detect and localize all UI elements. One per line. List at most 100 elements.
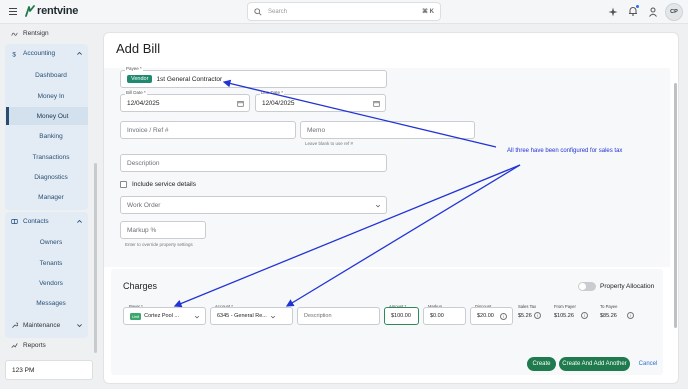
search-input[interactable]: Search ⌘ K [247,2,441,21]
logo-text: rentvine [37,5,79,17]
markup-hint: Enter to override property settings [125,242,193,247]
sidebar-item-transactions[interactable]: Transactions [6,148,88,166]
description-placeholder: Description [127,159,160,167]
sidebar-scrollbar[interactable] [94,163,97,353]
service-details-label: Include service details [132,181,196,188]
payee-field[interactable]: Vendor 1st General Contractor [120,70,387,88]
info-icon[interactable]: i [627,312,634,319]
chevron-down-icon [375,204,381,208]
sidebar-item-money-in[interactable]: Money In [6,87,88,105]
payee-value: 1st General Contractor [156,75,223,83]
sidebar-item-maintenance[interactable]: Maintenance [11,322,83,329]
markup-field[interactable]: Markup % [120,221,206,239]
charge-markup-value: $0.00 [430,313,444,319]
chevron-up-icon [77,51,82,55]
create-and-add-another-button[interactable]: Create And Add Another [559,357,630,371]
sidebar-item-owners[interactable]: Owners [6,233,88,251]
payee-label: Payee * [125,66,143,71]
account-select[interactable]: 6345 - General Re... [210,307,293,325]
memo-field[interactable]: Memo [300,121,475,139]
page-title: Add Bill [116,41,161,56]
account-value: 6345 - General Re... [217,313,267,319]
signature-icon [11,32,18,36]
due-date-label: Due Date * [260,90,285,95]
due-date-field[interactable]: 12/04/2025 [255,94,386,112]
time-display: 123 PM [5,360,93,380]
search-icon [254,7,262,16]
payer-select[interactable]: Unit Cortez Pool ... [123,307,206,325]
sidebar-item-reports[interactable]: Reports [11,342,46,349]
unit-badge: Unit [130,312,142,320]
memo-hint: Leave blank to use ref # [305,141,354,146]
logo[interactable]: rentvine [25,5,78,17]
sidebar-item-rentsign[interactable]: Rentsign [11,30,49,37]
due-date-value: 12/04/2025 [262,99,295,107]
calendar-icon[interactable] [373,100,380,107]
chevron-down-icon [194,315,200,319]
sidebar-item-label: Maintenance [23,322,61,329]
main-scrollbar[interactable] [674,83,677,328]
description-field[interactable]: Description [120,154,387,172]
sidebar-item-diagnostics[interactable]: Diagnostics [6,168,88,186]
chevron-down-icon [77,324,82,328]
sidebar-item-tenants[interactable]: Tenants [6,254,88,272]
sidebar-item-vendors[interactable]: Vendors [6,274,88,292]
from-payer-label: From Payer [554,304,576,309]
charges-title: Charges [123,281,158,291]
sidebar-item-contacts[interactable]: Contacts [11,218,83,225]
info-icon[interactable]: i [500,313,507,320]
discount-value: $20.00 [477,313,494,319]
sidebar-item-label: Reports [23,342,46,349]
work-order-select[interactable]: Work Order [120,196,387,214]
create-button[interactable]: Create [527,357,556,371]
sidebar-item-accounting[interactable]: $ Accounting [11,50,83,57]
sidebar-item-label: Accounting [23,50,56,57]
work-order-placeholder: Work Order [127,201,161,209]
contacts-section: Contacts Owners Tenants Vendors Messages [5,212,88,338]
sales-tax-value: $5.26 [518,313,532,319]
sidebar-item-money-out[interactable]: Money Out [6,107,88,125]
calendar-icon[interactable] [237,100,244,107]
sidebar-item-manager[interactable]: Manager [6,188,88,206]
wrench-icon [12,322,18,328]
property-allocation-toggle[interactable] [578,282,596,291]
person-icon[interactable] [648,7,658,17]
amount-field[interactable]: $100.00 [384,307,419,325]
sidebar-item-label: Contacts [23,218,49,225]
sidebar-item-banking[interactable]: Banking [6,127,88,145]
from-payer-value: $105.26 [554,313,574,319]
search-placeholder: Search [268,8,288,15]
svg-text:$: $ [12,51,16,57]
sidebar-item-dashboard[interactable]: Dashboard [6,66,88,84]
menu-icon[interactable] [9,8,17,15]
chevron-down-icon [270,315,276,319]
info-icon[interactable]: i [534,312,541,319]
info-icon[interactable]: i [581,312,588,319]
cancel-button[interactable]: Cancel [636,357,660,371]
sales-tax-label: Sales Tax [518,304,537,309]
to-payee-value: $85.26 [600,313,617,319]
invoice-placeholder: Invoice / Ref # [127,126,169,134]
sparkle-icon[interactable] [608,7,618,17]
service-details-checkbox[interactable] [120,181,127,188]
rentvine-logo-icon [25,5,35,17]
sidebar-item-label: Rentsign [23,30,49,37]
bill-date-field[interactable]: 12/04/2025 [120,94,250,112]
dollar-icon: $ [12,51,16,57]
charge-markup-field[interactable]: $0.00 [423,307,466,325]
memo-placeholder: Memo [307,126,326,134]
notification-dot [636,5,639,8]
notifications-button[interactable] [628,5,639,18]
sidebar: Rentsign $ Accounting Dashboard Money In… [5,24,93,389]
markup-placeholder: Markup % [127,226,157,234]
property-allocation-label: Property Allocation [600,283,655,290]
top-bar: rentvine Search ⌘ K CP [0,0,688,24]
chart-icon [11,343,18,348]
sidebar-item-messages[interactable]: Messages [6,294,88,312]
charge-description-field[interactable]: Description [297,307,380,325]
amount-value: $100.00 [391,313,411,319]
invoice-field[interactable]: Invoice / Ref # [120,121,296,139]
discount-field[interactable]: $20.00 i [470,307,513,325]
vendor-badge: Vendor [127,75,153,83]
avatar[interactable]: CP [665,3,683,21]
